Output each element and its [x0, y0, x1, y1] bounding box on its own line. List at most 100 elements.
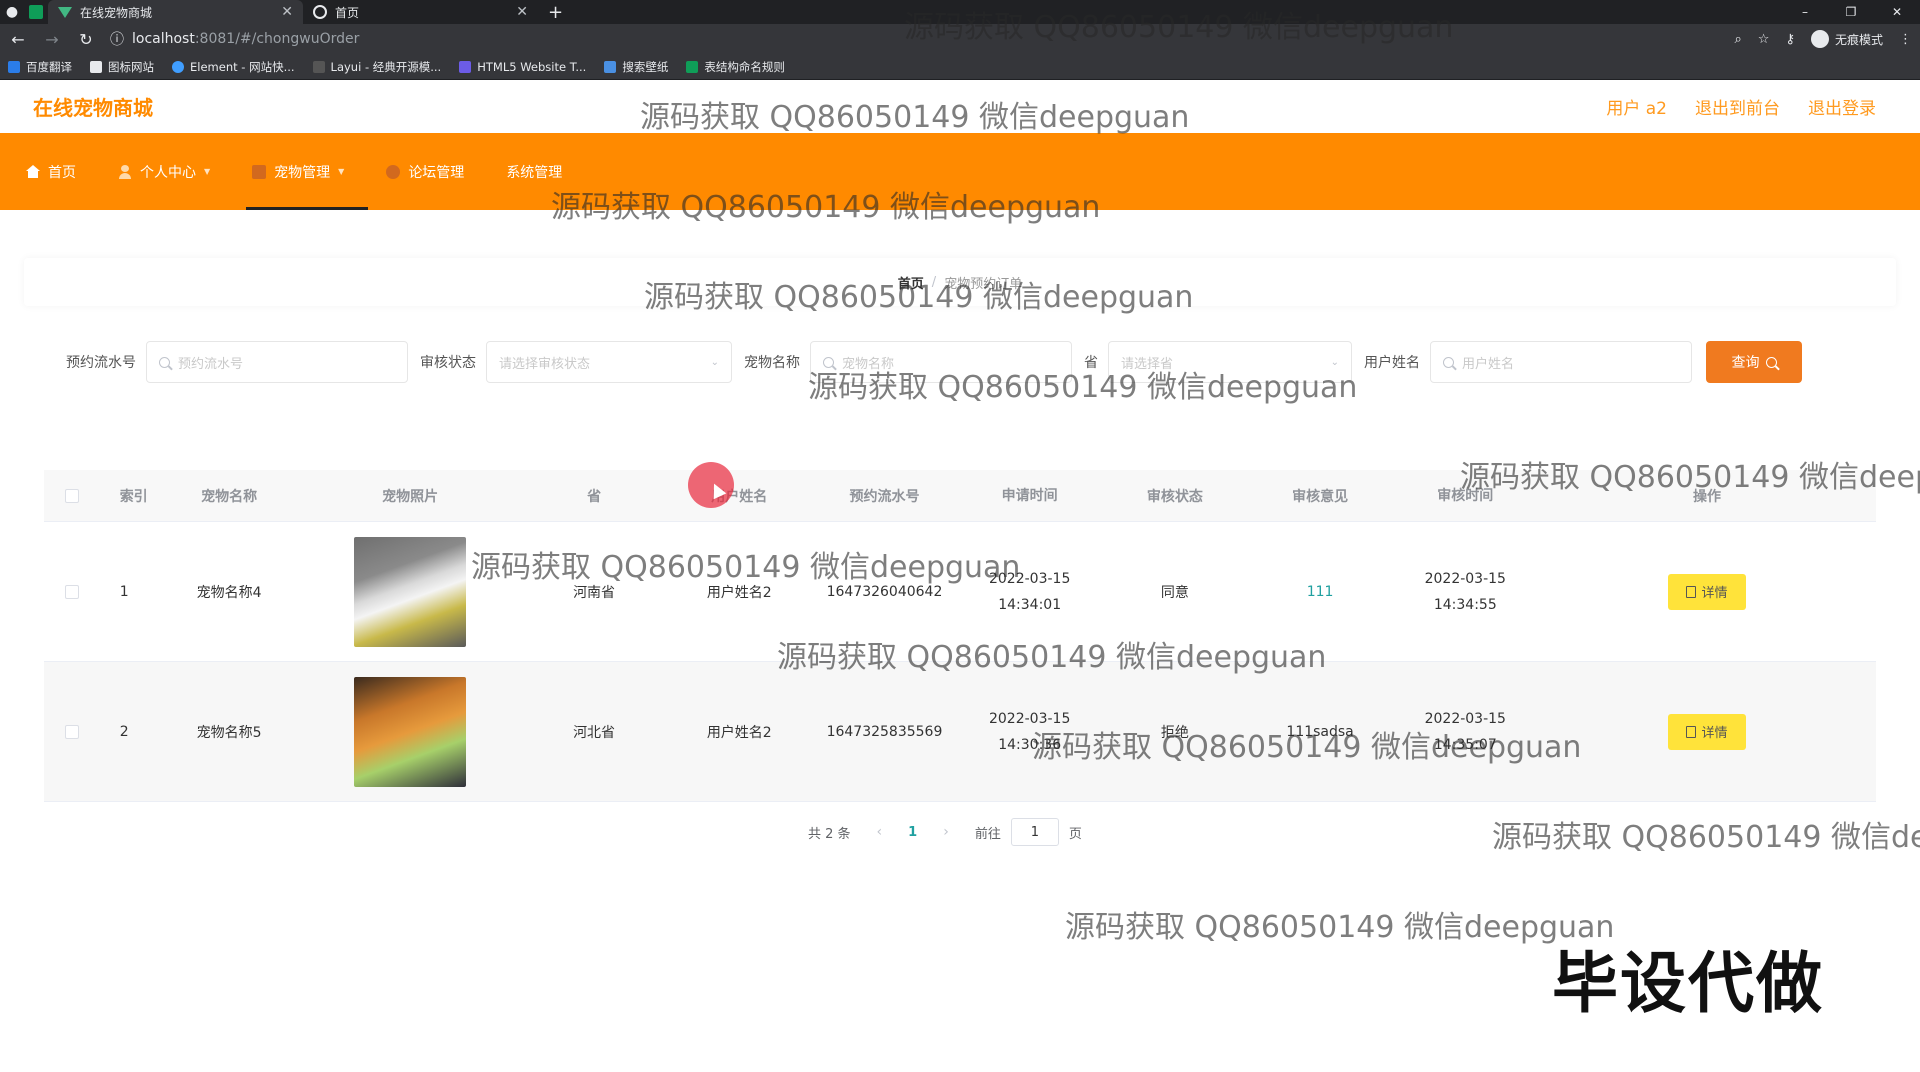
- review-opinion: 111: [1306, 583, 1334, 600]
- row-checkbox[interactable]: [44, 724, 100, 739]
- pet-photo[interactable]: [299, 676, 522, 787]
- pagination: 共 2 条 ‹ 1 › 前往 1 页: [808, 818, 1082, 846]
- element-icon: [172, 60, 184, 73]
- incognito-indicator[interactable]: 无痕模式: [1810, 30, 1883, 48]
- document-icon: [1686, 585, 1697, 598]
- watermark-text: 源码获取 QQ86050149 微信deepguan: [1460, 460, 1920, 495]
- user-name: 用户姓名2: [706, 724, 772, 741]
- column-header: 审核意见: [1292, 488, 1349, 505]
- home-icon: [26, 164, 40, 179]
- detail-button[interactable]: 详情: [1667, 713, 1746, 750]
- logout-link[interactable]: 退出登录: [1808, 94, 1876, 119]
- watermark-text: 源码获取 QQ86050149 微信deepguan: [777, 640, 1327, 675]
- browser-tab-inactive[interactable]: 首页 ✕: [303, 0, 538, 24]
- watermark-text: 源码获取 QQ86050149 微信deepguan: [808, 370, 1358, 405]
- url-host: localhost: [132, 31, 195, 47]
- header-links: 用户 a2 退出到前台 退出登录: [1606, 94, 1876, 119]
- forward-icon[interactable]: →: [42, 30, 62, 49]
- order-no: 1647325835569: [826, 723, 943, 740]
- pet-name: 宠物名称5: [196, 724, 262, 741]
- watermark-text: 源码获取 QQ86050149 微信deepguan: [1065, 910, 1615, 945]
- back-to-front-link[interactable]: 退出到前台: [1695, 94, 1780, 119]
- user-name-input[interactable]: 用户姓名: [1430, 341, 1692, 383]
- tab-close-icon[interactable]: ✕: [516, 4, 528, 20]
- tab-close-icon[interactable]: ✕: [281, 4, 293, 20]
- bookmark-item[interactable]: 百度翻译: [8, 59, 72, 75]
- dog-photo-image: [354, 536, 467, 647]
- pagination-total: 共 2 条: [808, 826, 851, 842]
- bookmark-item[interactable]: 表结构命名规则: [686, 59, 785, 75]
- promo-stamp: 毕设代做: [1552, 945, 1824, 1022]
- more-menu-icon[interactable]: ⋮: [1899, 32, 1912, 47]
- tab-title: 首页: [335, 5, 360, 20]
- nav-item-home[interactable]: 首页: [20, 133, 100, 210]
- globe-favicon-icon: [313, 5, 327, 19]
- tab-title: 在线宠物商城: [80, 5, 153, 20]
- query-button-label: 查询: [1731, 355, 1760, 371]
- layui-icon: [312, 60, 325, 73]
- nav-item-label: 个人中心: [140, 164, 196, 181]
- new-tab-icon[interactable]: +: [538, 0, 573, 24]
- watermark-text: 源码获取 QQ86050149 微信deepguan: [904, 10, 1454, 45]
- column-header: 省: [587, 488, 602, 505]
- search-icon: [1443, 356, 1454, 368]
- flag-icon: [90, 60, 102, 73]
- bookmark-item[interactable]: 搜索壁纸: [604, 59, 668, 75]
- current-user-link[interactable]: 用户 a2: [1606, 94, 1667, 119]
- user-name-placeholder: 用户姓名: [1462, 356, 1515, 372]
- dog-photo-image: [354, 676, 467, 787]
- sheet-app-icon[interactable]: [24, 0, 48, 24]
- forum-icon: [386, 164, 401, 179]
- bookmark-item[interactable]: Layui - 经典开源模...: [312, 59, 441, 75]
- order-no-input[interactable]: 预约流水号: [146, 341, 408, 383]
- reload-icon[interactable]: ↻: [76, 30, 96, 49]
- column-header: 申请时间: [1001, 487, 1058, 504]
- bookmark-item[interactable]: 图标网站: [90, 59, 154, 75]
- back-icon[interactable]: ←: [8, 30, 28, 49]
- review-status: 同意: [1160, 584, 1189, 601]
- pet-name: 宠物名称4: [196, 584, 262, 601]
- column-header: 索引: [119, 488, 148, 505]
- next-page-icon[interactable]: ›: [943, 824, 949, 840]
- status-select[interactable]: 请选择审核状态 ⌄: [486, 341, 732, 383]
- order-no-label: 预约流水号: [66, 355, 136, 371]
- nav-item-label: 宠物管理: [274, 164, 331, 181]
- bookmark-item[interactable]: Element - 网站快...: [172, 59, 295, 75]
- search-icon: [1765, 356, 1777, 368]
- nav-item-forum-management[interactable]: 论坛管理: [380, 133, 488, 210]
- vue-favicon-icon: [58, 5, 72, 19]
- restore-icon[interactable]: ❐: [1828, 0, 1874, 24]
- minimize-icon[interactable]: –: [1782, 0, 1828, 24]
- nav-item-personal-center[interactable]: 个人中心 ▼: [112, 133, 234, 210]
- chevron-down-icon: ⌄: [710, 356, 719, 368]
- query-button[interactable]: 查询: [1706, 341, 1802, 383]
- html5-icon: [459, 60, 472, 73]
- app-logo[interactable]: 在线宠物商城: [33, 92, 153, 121]
- nav-item-pet-management[interactable]: 宠物管理 ▼: [246, 133, 369, 210]
- chevron-down-icon: ▼: [204, 167, 211, 176]
- goto-page-input[interactable]: 1: [1010, 818, 1059, 846]
- info-icon[interactable]: ⓘ: [110, 29, 124, 49]
- bookmark-item[interactable]: HTML5 Website T...: [459, 60, 586, 74]
- chrome-menu-icon[interactable]: ●: [0, 0, 24, 24]
- browser-tab-active[interactable]: 在线宠物商城 ✕: [48, 0, 303, 24]
- column-header: 宠物名称: [201, 488, 258, 505]
- province: 河北省: [573, 724, 616, 741]
- watermark-text: 源码获取 QQ86050149 微信deepguan: [471, 550, 1021, 585]
- key-icon[interactable]: ⚷: [1785, 32, 1795, 47]
- bookmark-star-icon[interactable]: ☆: [1758, 32, 1770, 47]
- row-index: 2: [119, 723, 129, 740]
- row-checkbox[interactable]: [44, 584, 100, 599]
- select-all-checkbox[interactable]: [44, 488, 100, 503]
- url-path: :8081/#/chongwuOrder: [194, 31, 360, 47]
- column-header: 宠物照片: [382, 488, 439, 505]
- zoom-icon[interactable]: ⌕: [1735, 32, 1742, 47]
- wallpaper-icon: [604, 60, 617, 73]
- detail-button[interactable]: 详情: [1667, 573, 1746, 610]
- page-number[interactable]: 1: [908, 825, 917, 840]
- translate-icon: [8, 60, 20, 73]
- detail-button-label: 详情: [1701, 586, 1728, 601]
- pet-name-label: 宠物名称: [744, 355, 800, 371]
- window-close-icon[interactable]: ✕: [1874, 0, 1920, 24]
- prev-page-icon[interactable]: ‹: [877, 824, 883, 840]
